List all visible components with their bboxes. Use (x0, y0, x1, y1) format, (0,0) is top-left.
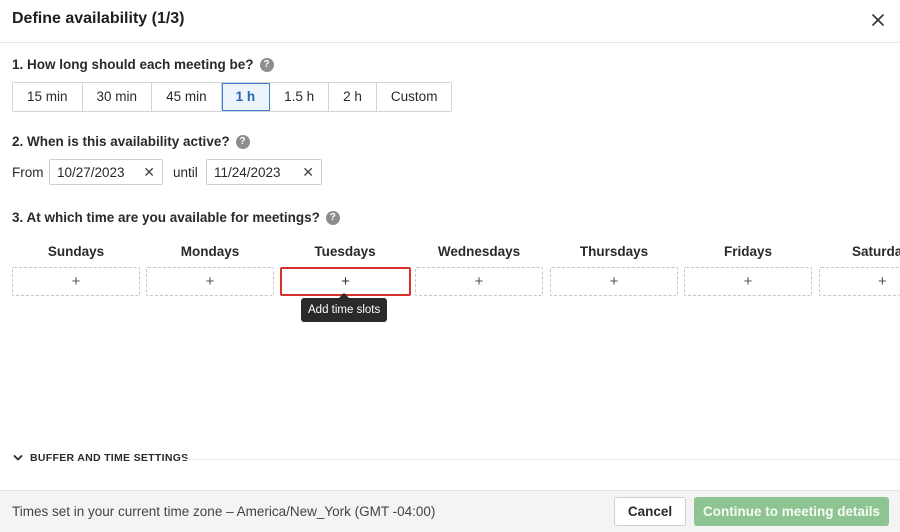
schedule-section-label: 3. At which time are you available for m… (12, 210, 340, 225)
schedule-question: 3. At which time are you available for m… (12, 210, 320, 225)
duration-2-h-button[interactable]: 2 h (329, 83, 377, 111)
from-label: From (12, 165, 44, 180)
day-header-thursdays: Thursdays (579, 244, 649, 259)
buffer-settings-toggle[interactable]: BUFFER AND TIME SETTINGS (12, 452, 188, 464)
duration-1-h-button[interactable]: 1 h (221, 83, 271, 111)
close-icon (872, 14, 884, 26)
day-header-tuesdays: Tuesdays (314, 244, 376, 259)
day-header-fridays: Fridays (723, 244, 773, 259)
from-date-value: 10/27/2023 (57, 165, 125, 180)
clear-icon[interactable]: ✕ (302, 164, 314, 181)
duration-30-min-button[interactable]: 30 min (82, 83, 153, 111)
add-slot-fridays-button[interactable]: + (684, 267, 812, 296)
until-label: until (173, 165, 198, 180)
continue-button[interactable]: Continue to meeting details (694, 497, 889, 526)
duration-custom-button[interactable]: Custom (376, 83, 452, 111)
until-date-input[interactable]: 11/24/2023 ✕ (206, 159, 322, 185)
help-icon[interactable]: ? (259, 57, 274, 72)
duration-question: 1. How long should each meeting be? (12, 57, 254, 72)
buffer-settings-label: BUFFER AND TIME SETTINGS (30, 452, 189, 464)
from-date-input[interactable]: 10/27/2023 ✕ (49, 159, 163, 185)
buffer-divider (180, 459, 900, 460)
add-time-slots-tooltip: Add time slots (301, 293, 388, 322)
close-button[interactable] (868, 10, 888, 30)
duration-section-label: 1. How long should each meeting be? ? (12, 57, 274, 72)
availability-dialog: Define availability (1/3) 1. How long sh… (0, 0, 900, 532)
dialog-title: Define availability (1/3) (12, 10, 185, 27)
active-section-label: 2. When is this availability active? ? (12, 134, 250, 149)
add-slot-tuesdays-button[interactable]: + (280, 267, 411, 296)
active-question: 2. When is this availability active? (12, 134, 230, 149)
add-slot-sundays-button[interactable]: + (12, 267, 140, 296)
day-header-saturdays: Saturdays (852, 244, 900, 259)
timezone-note: Times set in your current time zone – Am… (12, 504, 436, 519)
add-slot-saturdays-button[interactable]: + (819, 267, 900, 296)
duration-45-min-button[interactable]: 45 min (152, 83, 222, 111)
dialog-header: Define availability (1/3) (0, 0, 900, 43)
duration-1-5-h-button[interactable]: 1.5 h (270, 83, 330, 111)
add-slot-mondays-button[interactable]: + (146, 267, 274, 296)
help-icon[interactable]: ? (325, 210, 340, 225)
add-slot-wednesdays-button[interactable]: + (415, 267, 543, 296)
duration-15-min-button[interactable]: 15 min (13, 83, 83, 111)
clear-icon[interactable]: ✕ (143, 164, 155, 181)
day-header-wednesdays: Wednesdays (437, 244, 521, 259)
until-date-value: 11/24/2023 (214, 165, 281, 180)
help-icon[interactable]: ? (235, 134, 250, 149)
add-slot-thursdays-button[interactable]: + (550, 267, 678, 296)
dialog-footer: Times set in your current time zone – Am… (0, 490, 900, 532)
duration-button-group: 15 min 30 min 45 min 1 h 1.5 h 2 h Custo… (12, 82, 453, 112)
chevron-down-icon (13, 455, 23, 461)
day-header-mondays: Mondays (180, 244, 240, 259)
cancel-button[interactable]: Cancel (614, 497, 686, 526)
day-header-sundays: Sundays (47, 244, 105, 259)
